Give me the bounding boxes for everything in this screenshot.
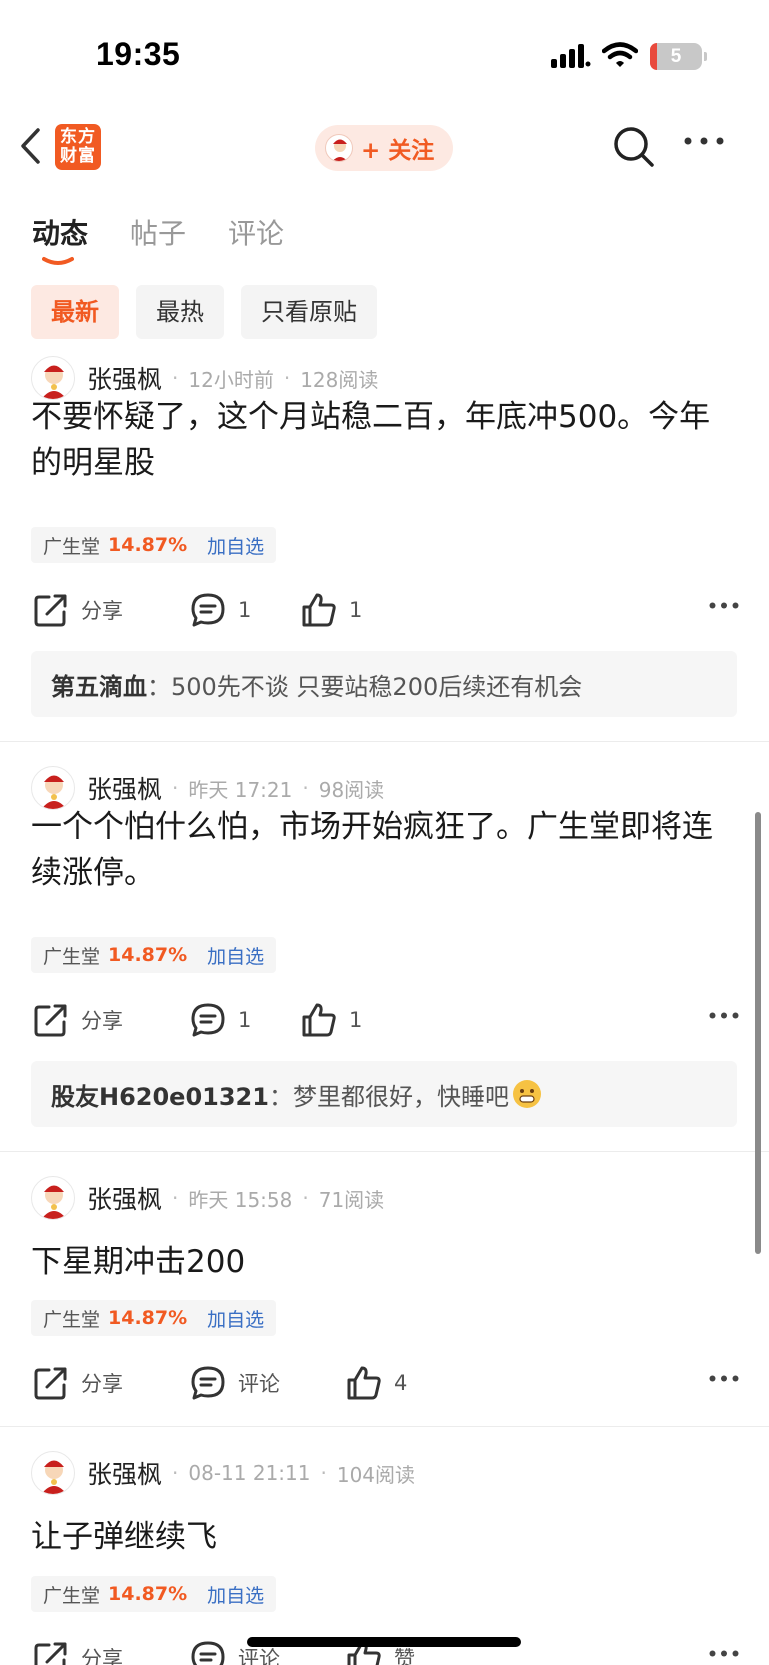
share-button[interactable]: 分享 [33,1363,123,1403]
author-name[interactable]: 张强枫 [87,1180,162,1216]
post-body[interactable]: 让子弹继续飞 [31,1514,741,1560]
status-time: 19:35 [96,36,181,72]
stock-change: 14.87% [108,944,188,966]
share-button[interactable]: 分享 [33,590,123,630]
more-dots-icon[interactable] [709,602,739,609]
battery-icon: 5 [650,43,702,70]
profile-tabs: 动态 帖子 评论 [32,212,326,265]
comment-button[interactable]: 评论 [190,1363,280,1403]
stock-name[interactable]: 广生堂 [43,1305,100,1332]
search-icon[interactable] [612,125,656,169]
post-time: 昨天 17:21 [188,777,293,802]
add-watchlist-button[interactable]: 加自选 [207,532,264,559]
stock-name[interactable]: 广生堂 [43,1581,100,1608]
reply-text: 梦里都很好，快睡吧 [292,1082,509,1111]
stock-change: 14.87% [108,1307,188,1329]
tab-posts[interactable]: 帖子 [130,212,186,252]
comment-icon [191,593,225,627]
thumbs-up-icon [302,593,336,627]
reply-preview[interactable]: 股友H620e01321 ： 梦里都很好，快睡吧 [31,1061,737,1127]
stock-name[interactable]: 广生堂 [43,942,100,969]
post-actions: 分享 1 1 [33,590,739,630]
comment-button[interactable]: 1 [190,590,251,630]
comment-icon [191,1366,225,1400]
filter-chips: 最新 最热 只看原贴 [31,285,394,339]
scrollbar[interactable] [755,812,761,1254]
author-name[interactable]: 张强枫 [87,360,162,396]
stock-change: 14.87% [108,534,188,556]
comment-icon [191,1641,225,1665]
post-time: 12小时前 [188,367,274,392]
share-icon [34,1004,67,1037]
tab-active-indicator [42,257,74,265]
more-dots-icon[interactable] [709,1650,739,1657]
status-bar: 19:35 5 [0,0,769,110]
add-watchlist-button[interactable]: 加自选 [207,1581,264,1608]
stock-name[interactable]: 广生堂 [43,532,100,559]
divider [0,1151,769,1152]
post-body[interactable]: 不要怀疑了，这个月站稳二百，年底冲500。今年的明星股 [31,394,741,486]
like-button[interactable]: 4 [346,1363,407,1403]
post-body[interactable]: 下星期冲击200 [31,1239,741,1285]
share-icon [34,594,67,627]
stock-change: 14.87% [108,1583,188,1605]
comment-button[interactable]: 1 [190,1000,251,1040]
filter-original-only[interactable]: 只看原贴 [241,285,377,339]
add-watchlist-button[interactable]: 加自选 [207,942,264,969]
author-name[interactable]: 张强枫 [87,770,162,806]
thumbs-up-icon [347,1366,381,1400]
post-actions: 分享 评论 4 [33,1363,739,1403]
share-button[interactable]: 分享 [33,1000,123,1040]
reply-preview[interactable]: 第五滴血 ： 500先不谈 只要站稳200后续还有机会 [31,651,737,717]
reply-text: 500先不谈 只要站稳200后续还有机会 [171,672,583,701]
add-watchlist-button[interactable]: 加自选 [207,1305,264,1332]
reply-username[interactable]: 第五滴血 [51,667,147,702]
signal-icon [551,44,591,68]
share-icon [34,1367,67,1400]
thumbs-up-icon [302,1003,336,1037]
home-indicator[interactable] [247,1637,521,1647]
post-author-row: 张强枫 · 08-11 21:11 · 104阅读 [31,1451,415,1495]
read-count: 128阅读 [300,367,379,392]
author-name[interactable]: 张强枫 [87,1455,162,1491]
tab-dynamics[interactable]: 动态 [32,212,88,265]
share-icon [34,1642,67,1665]
divider [0,741,769,742]
follow-button[interactable]: + 关注 [315,125,453,171]
reply-username[interactable]: 股友H620e01321 [51,1077,269,1112]
battery-level: 5 [670,46,682,67]
stock-tag: 广生堂 14.87% 加自选 [31,1300,277,1336]
post-author-row: 张强枫 · 昨天 15:58 · 71阅读 [31,1176,384,1220]
filter-hottest[interactable]: 最热 [136,285,224,339]
read-count: 98阅读 [318,777,385,802]
stock-tag: 广生堂 14.87% 加自选 [31,1576,277,1612]
like-button[interactable]: 1 [301,590,362,630]
user-avatar-small [325,134,353,162]
read-count: 71阅读 [318,1187,385,1212]
share-button[interactable]: 分享 [33,1638,123,1665]
grin-emoji-icon [512,1080,541,1108]
divider [0,1426,769,1427]
post-time: 08-11 21:11 [188,1461,311,1485]
post-actions: 分享 1 1 [33,1000,739,1040]
back-chevron-icon[interactable] [16,126,46,166]
tab-comments[interactable]: 评论 [228,212,284,252]
stock-tag: 广生堂 14.87% 加自选 [31,937,277,973]
avatar[interactable] [31,1176,75,1220]
more-options-icon[interactable] [684,137,724,145]
read-count: 104阅读 [336,1462,416,1487]
brand-logo: 东方 财富 [55,124,101,170]
post-body[interactable]: 一个个怕什么怕，市场开始疯狂了。广生堂即将连续涨停。 [31,804,741,896]
more-dots-icon[interactable] [709,1012,739,1019]
comment-icon [191,1003,225,1037]
post-time: 昨天 15:58 [188,1187,293,1212]
avatar[interactable] [31,1451,75,1495]
stock-tag: 广生堂 14.87% 加自选 [31,527,277,563]
filter-latest[interactable]: 最新 [31,285,119,339]
like-button[interactable]: 1 [301,1000,362,1040]
more-dots-icon[interactable] [709,1375,739,1382]
follow-label: + 关注 [361,138,435,164]
wifi-icon [602,42,638,67]
